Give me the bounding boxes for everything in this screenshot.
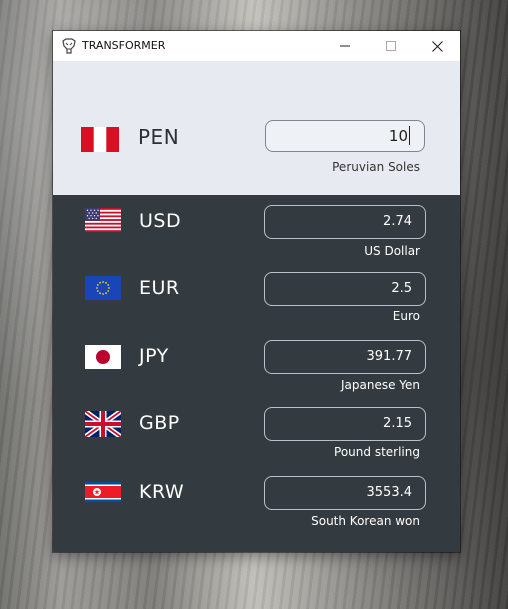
gbp-value: 2.15 [383,416,412,431]
jpy-value-field[interactable]: 391.77 [264,340,426,374]
usd-value: 2.74 [383,214,412,229]
maximize-icon [386,41,396,51]
minimize-icon [340,45,350,47]
base-currency-panel: PEN 10 Peruvian Soles [53,61,460,195]
krw-value-field[interactable]: 3553.4 [264,476,426,510]
gbp-code: GBP [139,412,180,434]
title-bar[interactable]: TRANSFORMER [53,31,460,61]
usd-name: US Dollar [364,244,420,258]
maximize-button[interactable] [368,31,414,61]
peru-flag-icon [81,127,119,156]
eur-code: EUR [139,277,180,299]
base-amount-value: 10 [388,127,408,145]
jpy-name: Japanese Yen [340,378,420,392]
close-icon [431,40,443,52]
japan-flag-icon [85,345,121,369]
eu-flag-icon [85,276,121,300]
usd-code: USD [139,210,182,232]
gbp-value-field[interactable]: 2.15 [264,407,426,441]
krw-code: KRW [139,481,185,503]
base-currency-code: PEN [138,125,180,149]
korea-flag-icon [85,482,121,506]
transformer-app-icon [61,38,77,54]
eur-value: 2.5 [391,281,412,296]
usa-flag-icon [85,208,121,232]
jpy-value: 391.77 [366,349,413,364]
close-button[interactable] [414,31,460,61]
krw-value: 3553.4 [366,485,413,500]
usd-value-field[interactable]: 2.74 [264,205,426,239]
jpy-code: JPY [139,345,169,367]
text-caret [409,126,410,145]
base-currency-name: Peruvian Soles [332,160,420,174]
gbp-name: Pound sterling [334,445,420,459]
krw-name: South Korean won [311,514,420,528]
uk-flag-icon [83,408,123,440]
eur-value-field[interactable]: 2.5 [264,272,426,306]
app-window: TRANSFORMER PEN 10 Peruvian Soles USD 2.… [53,31,460,552]
window-title: TRANSFORMER [82,39,166,52]
base-amount-input[interactable]: 10 [265,120,425,152]
eur-name: Euro [392,309,420,323]
minimize-button[interactable] [322,31,368,61]
